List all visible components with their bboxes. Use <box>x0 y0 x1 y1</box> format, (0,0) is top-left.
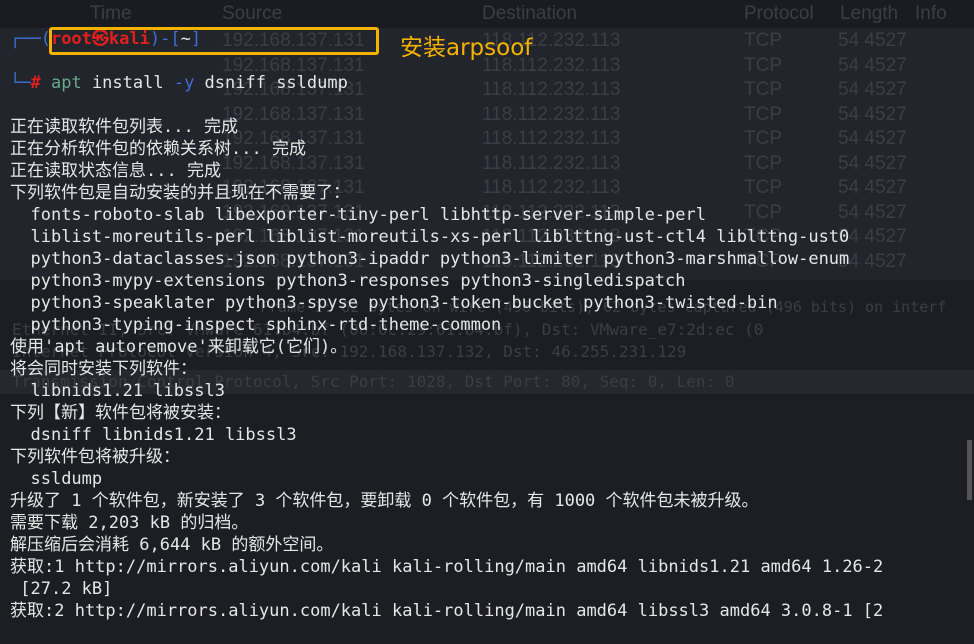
output-line: 下列软件包是自动安装的并且现在不需要了： <box>10 183 350 203</box>
output-line: liblist-moreutils-perl liblist-moreutils… <box>10 227 850 247</box>
output-line: 获取:1 http://mirrors.aliyun.com/kali kali… <box>10 557 884 577</box>
output-line: 需要下载 2,203 kB 的归档。 <box>10 513 249 533</box>
output-line: python3-dataclasses-json python3-ipaddr … <box>10 249 850 269</box>
output-line: ssldump <box>10 469 103 489</box>
output-line: 解压缩后会消耗 6,644 kB 的额外空间。 <box>10 535 334 555</box>
output-line: [27.2 kB] <box>10 579 113 599</box>
output-line: python3-speaklater python3-spyse python3… <box>10 293 778 313</box>
command-highlight-box <box>49 27 379 55</box>
terminal: ┌──(root㉿kali)-[~] └─# apt install -y ds… <box>10 6 965 644</box>
output-line: 下列软件包将被升级： <box>10 447 180 467</box>
annotation-label: 安装arpsoof <box>400 35 533 61</box>
output-line: 升级了 1 个软件包，新安装了 3 个软件包，要卸载 0 个软件包，有 1000… <box>10 491 759 511</box>
scrollbar[interactable] <box>967 440 972 500</box>
output-line: python3-typing-inspect sphinx-rtd-theme-… <box>10 315 502 335</box>
output-line: 获取:2 http://mirrors.aliyun.com/kali kali… <box>10 601 884 621</box>
output-line: python3-mypy-extensions python3-response… <box>10 271 686 291</box>
output-line: 正在读取状态信息... 完成 <box>10 161 221 181</box>
output-line: 正在读取软件包列表... 完成 <box>10 117 238 137</box>
output-line: libnids1.21 libssl3 <box>10 381 225 401</box>
output-line: 正在分析软件包的依赖关系树... 完成 <box>10 139 306 159</box>
prompt-line-2[interactable]: └─# apt install -y dsniff ssldump <box>10 72 965 94</box>
output-line: 使用'apt autoremove'来卸载它(它们)。 <box>10 337 348 357</box>
output-line: fonts-roboto-slab libexporter-tiny-perl … <box>10 205 706 225</box>
output-line: dsniff libnids1.21 libssl3 <box>10 425 297 445</box>
output-line: 下列【新】软件包将被安装： <box>10 403 231 423</box>
output-line: 将会同时安装下列软件： <box>10 359 197 379</box>
